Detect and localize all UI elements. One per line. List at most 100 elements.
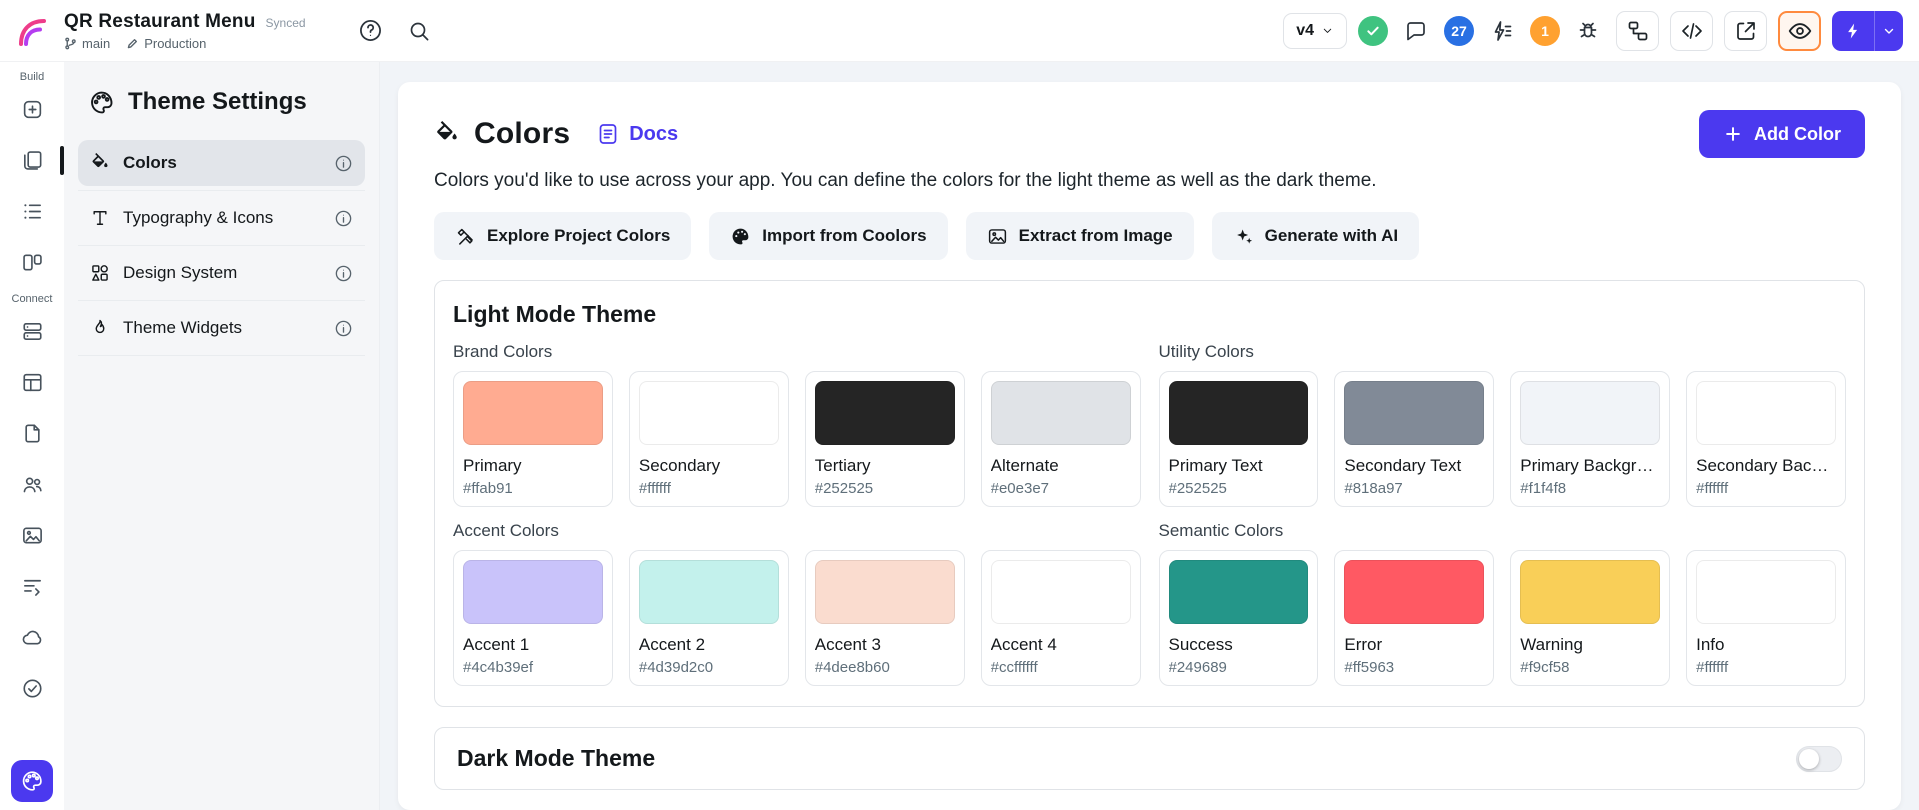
color-card[interactable]: Error #ff5963 bbox=[1334, 550, 1494, 686]
preview-eye-button[interactable] bbox=[1778, 11, 1821, 51]
color-card[interactable]: Accent 4 #ccffffff bbox=[981, 550, 1141, 686]
team-icon bbox=[21, 473, 44, 496]
bug-icon bbox=[1576, 19, 1600, 43]
rail-database-button[interactable] bbox=[10, 308, 54, 355]
rail-active-indicator bbox=[60, 146, 64, 175]
sidebar-item-theme-widgets[interactable]: Theme Widgets bbox=[78, 305, 365, 351]
run-button[interactable] bbox=[1832, 21, 1874, 41]
info-icon[interactable] bbox=[334, 264, 353, 283]
color-swatch bbox=[1169, 560, 1309, 624]
add-widget-icon bbox=[21, 98, 44, 121]
sidebar-item-design-system[interactable]: Design System bbox=[78, 250, 365, 296]
rail-logs-button[interactable] bbox=[10, 563, 54, 610]
automations-button[interactable] bbox=[1485, 14, 1519, 48]
branch-selector[interactable]: main bbox=[64, 36, 110, 51]
rail-theme-settings-button[interactable] bbox=[11, 760, 53, 802]
color-group-cards: Primary Text #252525 Secondary Text #818… bbox=[1159, 371, 1847, 507]
color-group-cards: Success #249689 Error #ff5963 Warning #f… bbox=[1159, 550, 1847, 686]
rail-media-button[interactable] bbox=[10, 512, 54, 559]
rail-cloud-button[interactable] bbox=[10, 614, 54, 661]
color-card[interactable]: Warning #f9cf58 bbox=[1510, 550, 1670, 686]
environment-selector[interactable]: Production bbox=[126, 36, 206, 51]
code-icon bbox=[1680, 19, 1704, 43]
paint-bucket-icon bbox=[90, 153, 110, 173]
color-swatch bbox=[1169, 381, 1309, 445]
logs-icon bbox=[21, 575, 44, 598]
add-color-button[interactable]: Add Color bbox=[1699, 110, 1865, 158]
color-card[interactable]: Primary Background #f1f4f8 bbox=[1510, 371, 1670, 507]
widget-tree-icon bbox=[1626, 19, 1650, 43]
rail-outline-button[interactable] bbox=[10, 188, 54, 235]
flutterflow-logo[interactable] bbox=[14, 13, 50, 49]
paint-bucket-icon bbox=[434, 121, 460, 147]
color-group-label: Semantic Colors bbox=[1159, 521, 1847, 541]
open-preview-button[interactable] bbox=[1724, 11, 1767, 51]
help-button[interactable] bbox=[354, 14, 388, 48]
color-hex: #ffab91 bbox=[463, 480, 603, 497]
color-name: Tertiary bbox=[815, 456, 955, 476]
run-options-button[interactable] bbox=[1875, 24, 1903, 38]
color-swatch bbox=[815, 381, 955, 445]
info-icon[interactable] bbox=[334, 209, 353, 228]
color-card[interactable]: Accent 3 #4dee8b60 bbox=[805, 550, 965, 686]
info-icon[interactable] bbox=[334, 319, 353, 338]
color-card[interactable]: Primary Text #252525 bbox=[1159, 371, 1319, 507]
chat-icon bbox=[1404, 19, 1428, 43]
sidebar-item-colors[interactable]: Colors bbox=[78, 140, 365, 186]
info-icon[interactable] bbox=[334, 154, 353, 173]
comments-button[interactable] bbox=[1399, 14, 1433, 48]
branch-icon bbox=[64, 37, 77, 50]
rail-pages-button[interactable] bbox=[10, 137, 54, 184]
docs-link[interactable]: Docs bbox=[596, 122, 678, 146]
theme-settings-sidebar: Theme Settings Colors bbox=[64, 62, 380, 810]
color-name: Primary Text bbox=[1169, 456, 1309, 476]
sidebar-item-typography-icons[interactable]: Typography & Icons bbox=[78, 195, 365, 241]
sidebar-title: Theme Settings bbox=[128, 88, 307, 116]
issues-badge[interactable]: 27 bbox=[1444, 16, 1474, 46]
color-card[interactable]: Accent 1 #4c4b39ef bbox=[453, 550, 613, 686]
logo-icon bbox=[14, 13, 50, 49]
widget-tree-button[interactable] bbox=[1616, 11, 1659, 51]
explore-project-colors-button[interactable]: Explore Project Colors bbox=[434, 212, 691, 260]
alerts-badge[interactable]: 1 bbox=[1530, 16, 1560, 46]
color-grid-row: Accent Colors Accent 1 #4c4b39ef Accent … bbox=[453, 521, 1846, 686]
file-icon bbox=[21, 422, 44, 445]
code-view-button[interactable] bbox=[1670, 11, 1713, 51]
rail-tests-button[interactable] bbox=[10, 665, 54, 712]
rail-storyboard-button[interactable] bbox=[10, 239, 54, 286]
color-card[interactable]: Accent 2 #4d39d2c0 bbox=[629, 550, 789, 686]
color-card[interactable]: Info #ffffff bbox=[1686, 550, 1846, 686]
action-label: Explore Project Colors bbox=[487, 226, 670, 246]
color-card[interactable]: Secondary Text #818a97 bbox=[1334, 371, 1494, 507]
version-label: v4 bbox=[1296, 22, 1314, 40]
color-card[interactable]: Success #249689 bbox=[1159, 550, 1319, 686]
light-mode-title: Light Mode Theme bbox=[453, 301, 1846, 328]
rail-add-widget-button[interactable] bbox=[10, 86, 54, 133]
debug-button[interactable] bbox=[1571, 14, 1605, 48]
color-hex: #f9cf58 bbox=[1520, 659, 1660, 676]
color-group: Semantic Colors Success #249689 Error #f… bbox=[1159, 521, 1847, 686]
generate-with-ai-button[interactable]: Generate with AI bbox=[1212, 212, 1420, 260]
color-card[interactable]: Tertiary #252525 bbox=[805, 371, 965, 507]
color-hex: #ffffff bbox=[1696, 659, 1836, 676]
import-from-coolors-button[interactable]: Import from Coolors bbox=[709, 212, 947, 260]
pages-icon bbox=[21, 149, 44, 172]
color-card[interactable]: Secondary Background #ffffff bbox=[1686, 371, 1846, 507]
color-card[interactable]: Primary #ffab91 bbox=[453, 371, 613, 507]
version-dropdown[interactable]: v4 bbox=[1283, 13, 1347, 49]
color-card[interactable]: Alternate #e0e3e7 bbox=[981, 371, 1141, 507]
rail-files-button[interactable] bbox=[10, 410, 54, 457]
action-label: Generate with AI bbox=[1265, 226, 1399, 246]
rail-team-button[interactable] bbox=[10, 461, 54, 508]
color-swatch bbox=[991, 381, 1131, 445]
color-name: Success bbox=[1169, 635, 1309, 655]
search-button[interactable] bbox=[402, 14, 436, 48]
flame-icon bbox=[90, 318, 110, 338]
colors-panel: Colors Docs Add Color Colors you'd like … bbox=[398, 82, 1901, 810]
dark-mode-toggle[interactable] bbox=[1796, 746, 1842, 772]
extract-from-image-button[interactable]: Extract from Image bbox=[966, 212, 1194, 260]
rail-layout-button[interactable] bbox=[10, 359, 54, 406]
color-grid: Brand Colors Primary #ffab91 Secondary #… bbox=[453, 342, 1846, 686]
color-card[interactable]: Secondary #ffffff bbox=[629, 371, 789, 507]
sync-status-badge[interactable] bbox=[1358, 16, 1388, 46]
